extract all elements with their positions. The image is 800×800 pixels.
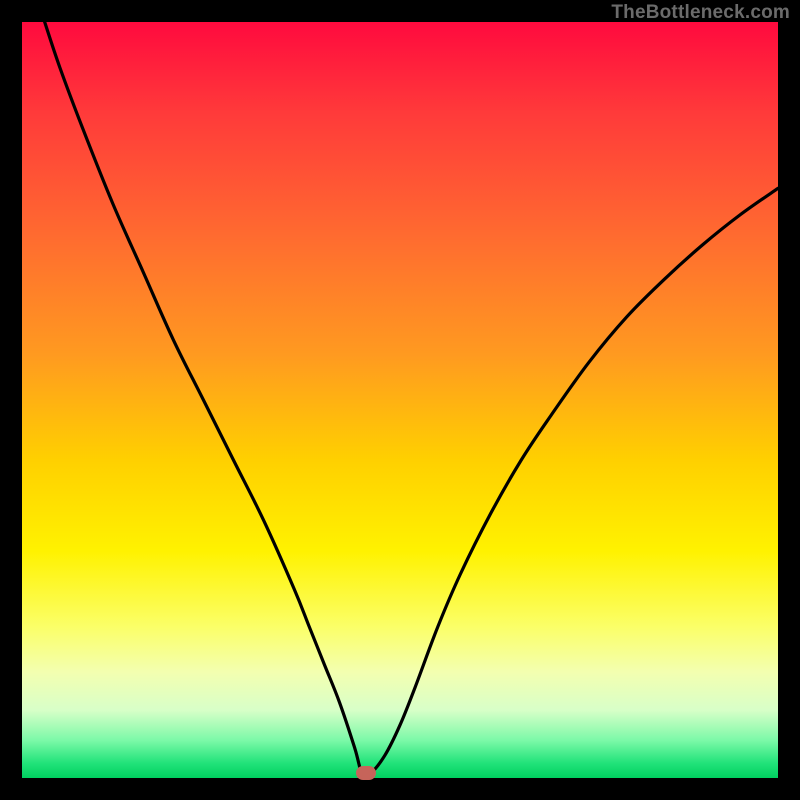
chart-frame: TheBottleneck.com — [0, 0, 800, 800]
plot-area — [22, 22, 778, 778]
bottleneck-curve — [45, 22, 778, 777]
curve-layer — [22, 22, 778, 778]
optimal-point-marker — [356, 766, 376, 780]
watermark-text: TheBottleneck.com — [611, 2, 790, 24]
